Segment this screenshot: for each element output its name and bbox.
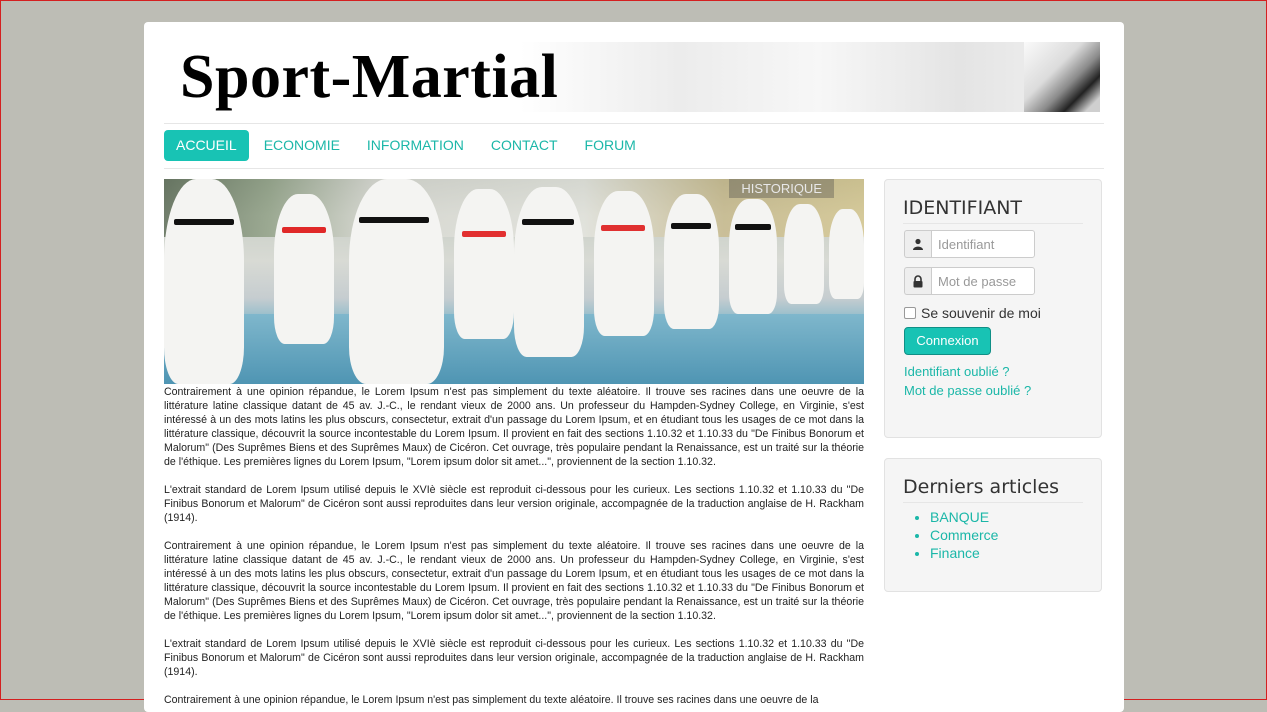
username-group <box>904 230 1036 258</box>
list-item: BANQUE <box>930 508 998 526</box>
forgot-password-link[interactable]: Mot de passe oublié ? <box>904 383 1031 398</box>
list-item: Finance <box>930 544 998 562</box>
password-group <box>904 267 1036 295</box>
list-item: Commerce <box>930 526 998 544</box>
hero-badge-historique[interactable]: HISTORIQUE <box>729 179 834 198</box>
remember-label: Se souvenir de moi <box>921 305 1041 321</box>
username-input[interactable] <box>931 230 1035 258</box>
page-container: Sport-Martial ACCUEIL ECONOMIE INFORMATI… <box>144 22 1124 712</box>
nav-bottom-divider <box>164 168 1104 169</box>
nav-item-forum[interactable]: FORUM <box>573 130 648 161</box>
article-content: Contrairement à une opinion répandue, le… <box>164 385 864 712</box>
latest-articles-panel: Derniers articles BANQUE Commerce Financ… <box>884 458 1102 592</box>
article-paragraph: L'extrait standard de Lorem Ipsum utilis… <box>164 484 864 524</box>
remember-checkbox[interactable] <box>904 307 916 319</box>
article-paragraph: Contrairement à une opinion répandue, le… <box>164 694 819 706</box>
lock-icon <box>904 267 931 295</box>
site-banner: Sport-Martial <box>164 42 1100 112</box>
article-link-finance[interactable]: Finance <box>930 545 980 561</box>
hero-image: HISTORIQUE <box>164 179 864 384</box>
article-link-banque[interactable]: BANQUE <box>930 509 989 525</box>
login-panel: IDENTIFIANT Se souvenir de moi Connexion… <box>884 179 1102 438</box>
latest-articles-title: Derniers articles <box>903 476 1083 503</box>
nav-top-divider <box>164 123 1104 124</box>
login-title: IDENTIFIANT <box>903 197 1083 224</box>
nav-item-economie[interactable]: ECONOMIE <box>252 130 352 161</box>
banner-martial-artist-image <box>1024 42 1100 112</box>
nav-item-accueil[interactable]: ACCUEIL <box>164 130 249 161</box>
site-title: Sport-Martial <box>180 43 559 111</box>
user-icon <box>904 230 931 258</box>
article-link-commerce[interactable]: Commerce <box>930 527 998 543</box>
nav-item-information[interactable]: INFORMATION <box>355 130 476 161</box>
main-nav: ACCUEIL ECONOMIE INFORMATION CONTACT FOR… <box>164 130 651 161</box>
remember-me[interactable]: Se souvenir de moi <box>904 305 1041 321</box>
article-paragraph: Contrairement à une opinion répandue, le… <box>164 386 864 468</box>
connexion-button[interactable]: Connexion <box>904 327 991 355</box>
forgot-username-link[interactable]: Identifiant oublié ? <box>904 364 1010 379</box>
article-paragraph: L'extrait standard de Lorem Ipsum utilis… <box>164 638 864 678</box>
latest-articles-list: BANQUE Commerce Finance <box>910 508 998 562</box>
password-input[interactable] <box>931 267 1035 295</box>
nav-item-contact[interactable]: CONTACT <box>479 130 570 161</box>
article-paragraph: Contrairement à une opinion répandue, le… <box>164 540 864 622</box>
